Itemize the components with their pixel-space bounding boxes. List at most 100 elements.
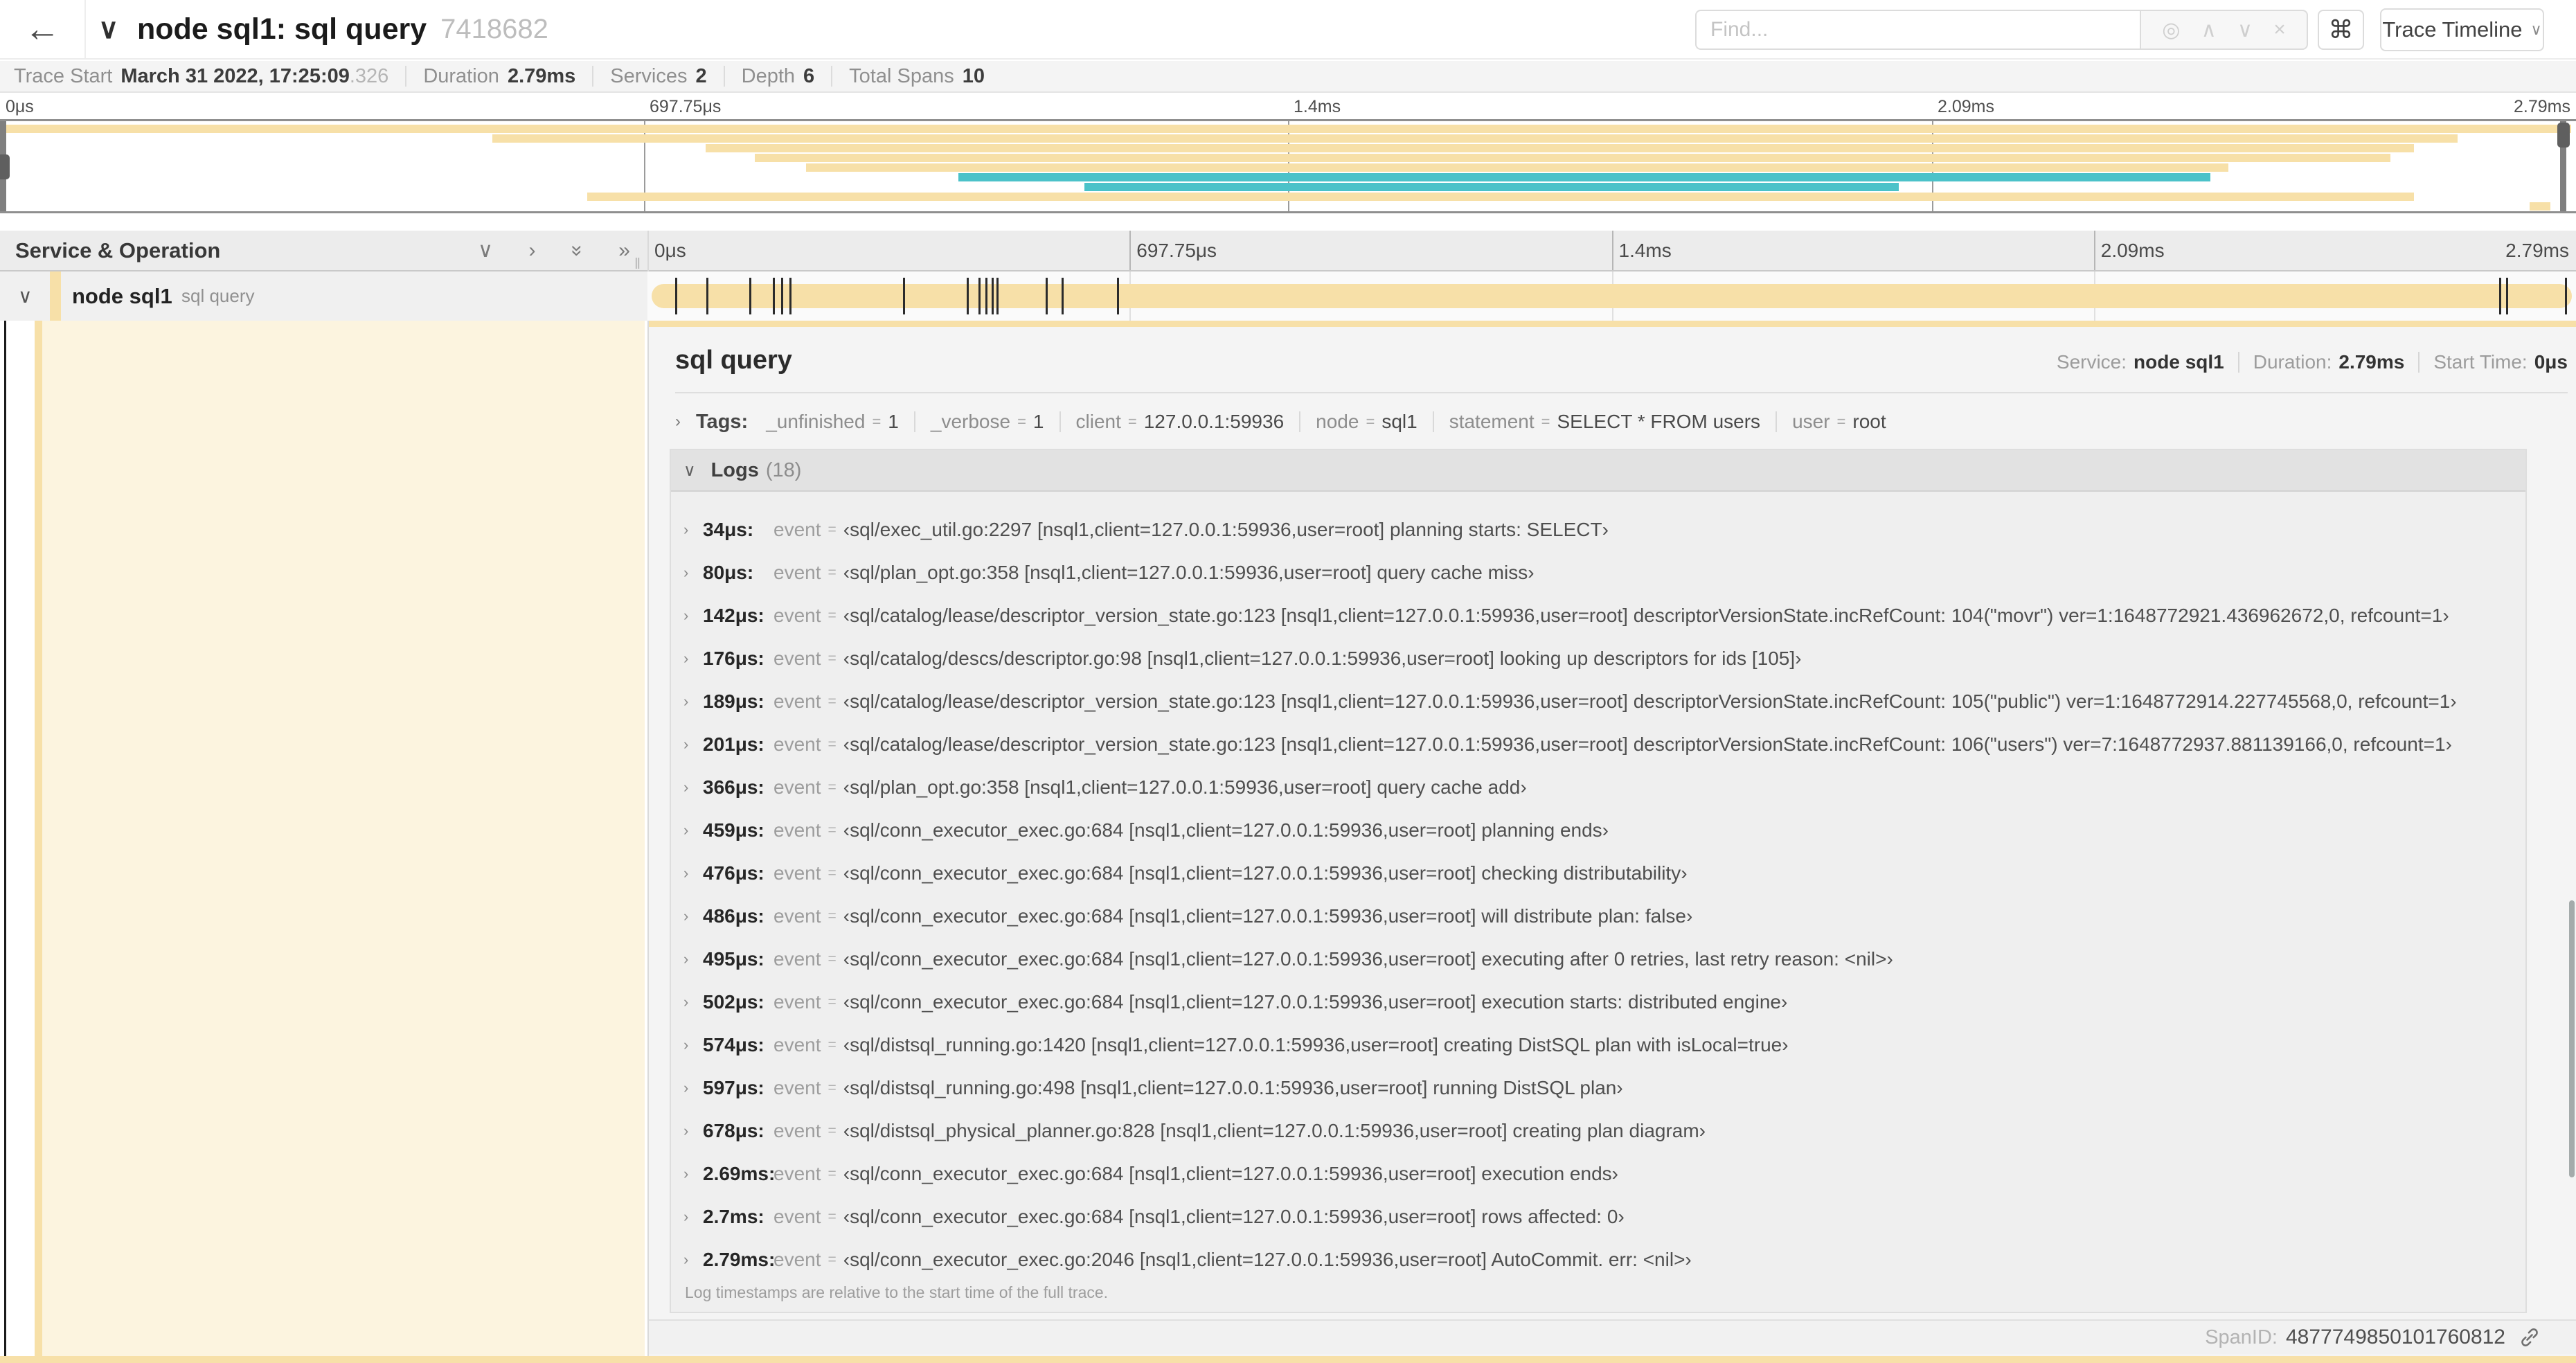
minimap-right-drag-knob[interactable] (2557, 123, 2570, 148)
logs-header[interactable]: ∨ Logs (18) (671, 450, 2525, 492)
next-match-icon[interactable]: ∨ (2237, 18, 2253, 42)
log-marker-tick[interactable] (772, 278, 775, 314)
log-expand-chevron-icon[interactable]: › (683, 736, 703, 754)
log-marker-tick[interactable] (1117, 278, 1120, 314)
tag-item[interactable]: statement = SELECT * FROM users (1449, 411, 1760, 433)
log-entry-row[interactable]: › 476μs: event = ‹sql/conn_executor_exec.go:… (671, 852, 2525, 895)
back-arrow-icon[interactable]: ← (12, 0, 72, 58)
log-marker-tick[interactable] (2505, 278, 2508, 314)
log-marker-tick[interactable] (781, 278, 784, 314)
log-expand-chevron-icon[interactable]: › (683, 1036, 703, 1054)
expand-one-icon[interactable]: › (529, 239, 536, 262)
tag-key: client (1075, 411, 1121, 432)
tag-item[interactable]: node = sql1 (1316, 411, 1417, 433)
tag-equals: = (872, 413, 882, 430)
log-marker-tick[interactable] (978, 278, 981, 314)
log-expand-chevron-icon[interactable]: › (683, 821, 703, 839)
log-timestamp: 2.79ms: (703, 1249, 776, 1270)
splitter-grip[interactable]: ‖ (634, 255, 642, 273)
log-expand-chevron-icon[interactable]: › (683, 993, 703, 1011)
log-entry-row[interactable]: › 502μs: event = ‹sql/conn_executor_exec.go:… (671, 981, 2525, 1024)
clear-find-icon[interactable]: × (2273, 18, 2286, 42)
log-timestamp: 366μs: (703, 776, 764, 798)
span-collapse-chevron-icon[interactable]: ∨ (18, 271, 33, 321)
log-marker-tick[interactable] (749, 278, 751, 314)
deep-link-icon[interactable] (2518, 1326, 2541, 1349)
log-equals: = (828, 522, 837, 537)
log-entry-row[interactable]: › 495μs: event = ‹sql/conn_executor_exec.go:… (671, 938, 2525, 981)
timeline-ruler: 0μs 697.75μs 1.4ms 2.09ms 2.79ms (647, 231, 2576, 270)
tags-row[interactable]: › Tags: _unfinished = 1 _verbose = 1 client = 12… (675, 405, 1886, 438)
log-expand-chevron-icon[interactable]: › (683, 950, 703, 968)
log-marker-tick[interactable] (2565, 278, 2568, 314)
log-marker-tick[interactable] (789, 278, 792, 314)
log-entry-row[interactable]: › 366μs: event = ‹sql/plan_opt.go:358 [nsql1… (671, 766, 2525, 809)
collapse-all-icon[interactable]: » (565, 244, 589, 256)
log-entry-row[interactable]: › 597μs: event = ‹sql/distsql_running.go:498… (671, 1067, 2525, 1110)
logs-collapse-chevron-icon[interactable]: ∨ (683, 461, 696, 481)
log-expand-chevron-icon[interactable]: › (683, 907, 703, 925)
log-expand-chevron-icon[interactable]: › (683, 1079, 703, 1097)
log-expand-chevron-icon[interactable]: › (683, 1208, 703, 1226)
find-input[interactable] (1695, 10, 2140, 50)
span-duration-bar[interactable] (652, 284, 2572, 308)
log-expand-chevron-icon[interactable]: › (683, 650, 703, 668)
locate-icon[interactable]: ◎ (2162, 18, 2180, 42)
log-expand-chevron-icon[interactable]: › (683, 778, 703, 796)
log-entry-row[interactable]: › 142μs: event = ‹sql/catalog/lease/descript… (671, 594, 2525, 637)
tag-separator (1776, 411, 1778, 432)
log-marker-tick[interactable] (985, 278, 987, 314)
log-entry-row[interactable]: › 201μs: event = ‹sql/catalog/lease/descript… (671, 723, 2525, 766)
log-marker-tick[interactable] (674, 278, 677, 314)
log-entry-row[interactable]: › 2.7ms: event = ‹sql/conn_executor_exec.go:… (671, 1195, 2525, 1238)
expand-all-icon[interactable]: » (618, 239, 630, 262)
log-marker-tick[interactable] (996, 278, 999, 314)
span-row-timeline-cell[interactable] (647, 271, 2576, 321)
log-entry-row[interactable]: › 189μs: event = ‹sql/catalog/lease/descript… (671, 680, 2525, 723)
tag-item[interactable]: user = root (1792, 411, 1886, 433)
minimap-left-drag-knob[interactable] (0, 154, 10, 179)
tag-equals: = (1127, 413, 1137, 430)
log-marker-tick[interactable] (902, 278, 905, 314)
log-expand-chevron-icon[interactable]: › (683, 693, 703, 711)
span-row-name-cell[interactable]: ∨ node sql1 sql query (0, 271, 647, 321)
log-expand-chevron-icon[interactable]: › (683, 607, 703, 625)
collapse-one-icon[interactable]: ∨ (478, 238, 493, 262)
collapse-trace-chevron-icon[interactable]: ∨ (98, 0, 118, 58)
log-expand-chevron-icon[interactable]: › (683, 1122, 703, 1140)
log-entry-row[interactable]: › 34μs: event = ‹sql/exec_util.go:2297 [nsql… (671, 508, 2525, 551)
log-entry-row[interactable]: › 459μs: event = ‹sql/conn_executor_exec.go:… (671, 809, 2525, 852)
tag-item[interactable]: client = 127.0.0.1:59936 (1076, 411, 1285, 433)
minimap-span-bar (2530, 202, 2550, 211)
log-value: ‹sql/conn_executor_exec.go:2046 [nsql1,c… (843, 1249, 1692, 1270)
prev-match-icon[interactable]: ∧ (2201, 18, 2217, 42)
log-expand-chevron-icon[interactable]: › (683, 864, 703, 882)
span-row[interactable]: ∨ node sql1 sql query (0, 271, 2576, 321)
log-entry-row[interactable]: › 2.79ms: event = ‹sql/conn_executor_exec.go… (671, 1238, 2525, 1281)
log-marker-tick[interactable] (1046, 278, 1048, 314)
tag-item[interactable]: _unfinished = 1 (766, 411, 899, 433)
log-entry-row[interactable]: › 2.69ms: event = ‹sql/conn_executor_exec.go… (671, 1152, 2525, 1195)
log-key: event (773, 819, 821, 841)
tag-item[interactable]: _verbose = 1 (931, 411, 1044, 433)
log-expand-chevron-icon[interactable]: › (683, 564, 703, 582)
log-entry-row[interactable]: › 486μs: event = ‹sql/conn_executor_exec.go:… (671, 895, 2525, 938)
trace-minimap[interactable] (0, 119, 2576, 213)
log-expand-chevron-icon[interactable]: › (683, 1251, 703, 1269)
log-entry-row[interactable]: › 574μs: event = ‹sql/distsql_running.go:142… (671, 1024, 2525, 1067)
ruler-tick-label: 1.4ms (1618, 240, 1672, 261)
log-entry-row[interactable]: › 176μs: event = ‹sql/catalog/descs/descript… (671, 637, 2525, 680)
trace-view-select[interactable]: Trace Timeline ∨ (2380, 8, 2544, 51)
scrollbar-thumb[interactable] (2569, 900, 2575, 1177)
log-marker-tick[interactable] (967, 278, 969, 314)
log-marker-tick[interactable] (706, 278, 709, 314)
log-expand-chevron-icon[interactable]: › (683, 521, 703, 539)
log-entry-row[interactable]: › 80μs: event = ‹sql/plan_opt.go:358 [nsql1,… (671, 551, 2525, 594)
log-marker-tick[interactable] (991, 278, 994, 314)
log-entry-row[interactable]: › 678μs: event = ‹sql/distsql_physical_plann… (671, 1110, 2525, 1152)
log-expand-chevron-icon[interactable]: › (683, 1165, 703, 1183)
log-marker-tick[interactable] (1062, 278, 1064, 314)
log-marker-tick[interactable] (2498, 278, 2501, 314)
tags-expand-chevron-icon[interactable]: › (675, 412, 681, 431)
keyboard-shortcuts-button[interactable]: ⌘ (2318, 10, 2364, 50)
